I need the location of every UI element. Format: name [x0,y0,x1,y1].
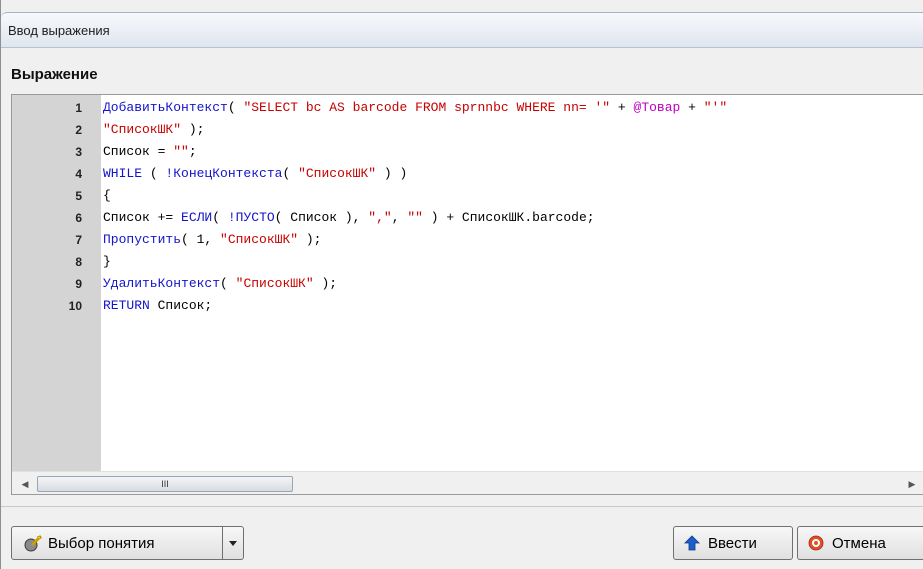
concept-select-button[interactable]: Выбор понятия [11,526,236,560]
code-token: "" [173,144,189,159]
code-token: "СписокШК" [103,122,182,137]
code-token: ЕСЛИ [181,210,213,225]
line-number: 9 [75,277,82,291]
code-token: Список; [149,298,213,313]
concept-dropdown-button[interactable] [222,526,244,560]
code-token: "'" [703,100,728,115]
code-line: Список += ЕСЛИ( !ПУСТО( Список ), ",", "… [103,207,595,229]
code-token: ( 1, [181,232,221,247]
enter-button[interactable]: Ввести [673,526,793,560]
code-token: ); [181,122,205,137]
line-number: 10 [68,299,82,313]
code-token: Пропустить [103,232,182,247]
code-token: @Товар [633,100,681,115]
scroll-right-arrow-icon[interactable]: ▶ [905,477,919,491]
code-token: { [103,188,111,203]
code-token: "СписокШК" [235,276,314,291]
line-number: 7 [75,233,82,247]
line-number: 5 [75,189,82,203]
code-line: ДобавитьКонтекст( "SELECT bc AS barcode … [103,97,727,119]
line-number: 2 [75,123,82,137]
code-token: ); [298,232,322,247]
code-token: ( Список ), [274,210,369,225]
code-token: ( [227,100,244,115]
cancel-icon [808,535,824,551]
horizontal-scrollbar[interactable]: ◀ III ▶ [12,471,923,494]
code-token: "СписокШК" [298,166,377,181]
code-token: RETURN [103,298,150,313]
code-token: Список [103,144,150,159]
magic-wand-icon [24,535,42,552]
expression-dialog: Ввод выражения Выражение 1 2 3 4 5 6 7 8 9 10 Доб… [0,0,923,569]
arrow-up-icon [684,535,700,551]
code-token: !КонецКонтекста [165,166,283,181]
cancel-label: Отмена [832,534,886,552]
code-token: "SELECT bc AS barcode FROM sprnnbc WHERE… [243,100,611,115]
chevron-down-icon [229,540,237,546]
expression-editor[interactable]: 1 2 3 4 5 6 7 8 9 10 ДобавитьКонтекст( "SELECT bc… [11,94,923,495]
code-line: УдалитьКонтекст( "СписокШК" ); [103,273,337,295]
concept-select-label: Выбор понятия [48,534,155,552]
code-token: ); [313,276,338,291]
line-number: 1 [75,101,82,115]
code-token: = [149,144,174,159]
code-token: ) + СписокШК.barcode; [422,210,595,225]
code-line: "СписокШК" ); [103,119,204,141]
code-token: ) ) [376,166,408,181]
scroll-left-arrow-icon[interactable]: ◀ [18,477,32,491]
code-line: RETURN Список; [103,295,212,317]
scrollbar-thumb[interactable]: III [37,476,293,492]
line-number: 6 [75,211,82,225]
code-line: Список = ""; [103,141,197,163]
code-token: + [610,100,634,115]
expression-section-label: Выражение [11,66,98,83]
code-token: "СписокШК" [220,232,299,247]
code-line: Пропустить( 1, "СписокШК" ); [103,229,321,251]
code-token: + [680,100,704,115]
line-number: 4 [75,167,82,181]
title-bar[interactable]: Ввод выражения [1,12,923,48]
enter-label: Ввести [708,534,757,552]
code-token: "," [368,210,392,225]
line-number: 8 [75,255,82,269]
code-token: ДобавитьКонтекст [103,100,228,115]
code-token: "" [407,210,423,225]
code-token: ( [220,276,236,291]
code-area[interactable]: ДобавитьКонтекст( "SELECT bc AS barcode … [101,95,923,471]
line-number-gutter: 1 2 3 4 5 6 7 8 9 10 [12,95,101,471]
code-token: += [149,210,182,225]
code-token: ( [142,166,166,181]
code-token: ( [282,166,299,181]
code-line: } [103,251,111,273]
code-token: ; [188,144,197,159]
cancel-button[interactable]: Отмена [797,526,923,560]
footer-divider [1,506,923,507]
code-line: { [103,185,111,207]
window-title: Ввод выражения [8,23,110,38]
code-token: !ПУСТО [227,210,275,225]
code-token: ( [212,210,228,225]
code-token: Список [103,210,150,225]
code-token: } [103,254,111,269]
code-token: , [391,210,408,225]
code-token: WHILE [103,166,143,181]
code-line: WHILE ( !КонецКонтекста( "СписокШК" ) ) [103,163,407,185]
code-token: УдалитьКонтекст [103,276,221,291]
line-number: 3 [75,145,82,159]
